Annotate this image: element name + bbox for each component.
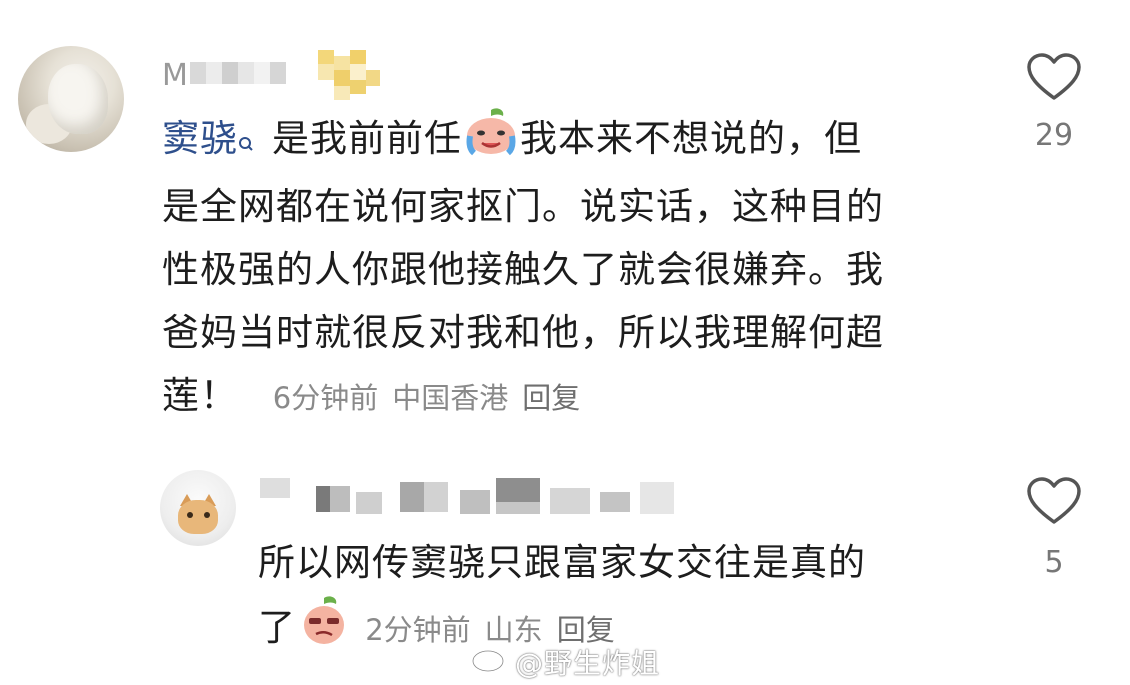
comment-location: 中国香港: [392, 381, 509, 415]
comment-line: 是全网都在说何家抠门。说实话，这种目的: [162, 185, 884, 228]
user-badge: [318, 50, 380, 100]
like-button[interactable]: [1026, 52, 1082, 106]
username-mosaic: [190, 62, 286, 84]
like-count: 29: [1034, 118, 1074, 153]
comment-body: 窦骁 是我前前任 我本来不想说的，但 是全网都在说何家抠门。说实话，这种目的 性…: [162, 106, 992, 430]
crying-peach-emoji: [464, 106, 518, 175]
like-button[interactable]: [1026, 476, 1082, 530]
heart-outline-icon: [1027, 53, 1081, 100]
username-mosaic: [260, 478, 700, 522]
comment-time: 2分钟前: [365, 613, 471, 647]
comment-time: 6分钟前: [272, 381, 379, 415]
heart-outline-icon: [1027, 477, 1081, 524]
avatar[interactable]: [160, 470, 236, 546]
smug-peach-emoji: [298, 594, 350, 665]
watermark: @野生炸姐: [515, 647, 661, 680]
search-icon[interactable]: [238, 112, 254, 175]
like-count: 5: [1044, 545, 1064, 580]
username[interactable]: M: [162, 58, 189, 93]
reply-button[interactable]: 回复: [522, 381, 580, 415]
mention-link[interactable]: 窦骁: [162, 117, 238, 160]
comment-text: 我本来不想说的，但: [520, 117, 862, 160]
comment-text: 莲！: [162, 374, 238, 417]
weibo-logo-icon: [470, 640, 510, 678]
comment-line: 性极强的人你跟他接触久了就会很嫌弃。我: [162, 248, 884, 291]
comment-meta: 6分钟前 中国香港 回复: [273, 381, 594, 415]
avatar[interactable]: [18, 46, 124, 152]
comment-line: 莲！ 6分钟前 中国香港 回复: [162, 364, 992, 430]
comment-text: 是我前前任: [272, 117, 462, 160]
comment-line: 爸妈当时就很反对我和他，所以我理解何超: [162, 311, 884, 354]
comment-text: 了: [258, 606, 296, 649]
comment-line: 窦骁 是我前前任 我本来不想说的，但: [162, 106, 992, 175]
comment-line: 所以网传窦骁只跟富家女交往是真的: [258, 541, 866, 584]
